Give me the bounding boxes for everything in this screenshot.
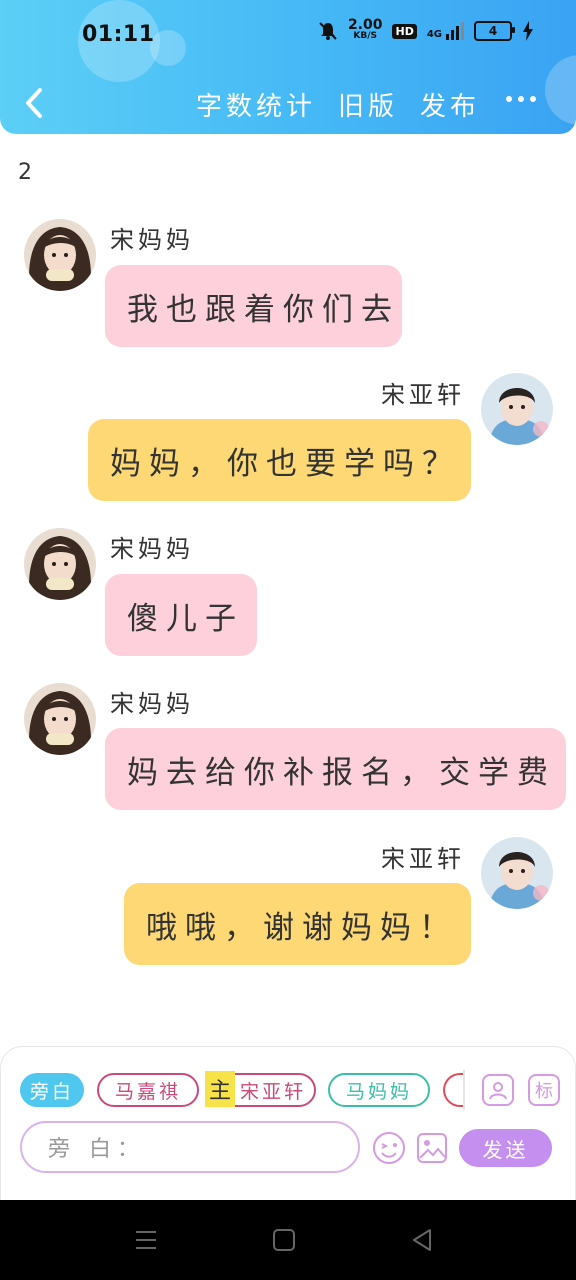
more-dot-icon: [506, 96, 512, 102]
message-bubble[interactable]: 妈妈，你也要学吗？: [88, 419, 471, 501]
chapter-index: 2: [18, 160, 32, 185]
app-header: 01:11 2.00 KB/S HD 4G 4 字数统计 旧版 发布: [0, 0, 576, 134]
status-icons: 2.00 KB/S HD 4G 4: [318, 17, 534, 42]
chip-divider: [463, 1070, 465, 1110]
status-time: 01:11: [82, 22, 155, 47]
avatar-song-yaxuan[interactable]: [481, 373, 553, 445]
emoji-button[interactable]: [372, 1131, 406, 1165]
wink-emoji-icon: [373, 1132, 405, 1164]
system-navigation-bar: [0, 1200, 576, 1280]
battery-icon: 4: [474, 21, 515, 41]
mute-bell-icon: [319, 22, 337, 40]
avatar-song-mama[interactable]: [24, 528, 96, 600]
sender-name: 宋亚轩: [381, 381, 465, 409]
send-button[interactable]: 发送: [459, 1129, 552, 1167]
boy-avatar-icon: [481, 837, 553, 909]
sender-name: 宋妈妈: [110, 690, 194, 718]
message-bubble[interactable]: 我也跟着你们去: [105, 265, 402, 347]
avatar-song-mama[interactable]: [24, 219, 96, 291]
nav-actions: 字数统计 旧版 发布: [196, 86, 480, 123]
signal-icon: 4G: [427, 22, 464, 40]
menu-icon: [136, 1231, 156, 1249]
chevron-left-icon: [26, 88, 42, 118]
message-bubble[interactable]: 傻儿子: [105, 574, 257, 656]
role-chip-ma-jiaqi[interactable]: 马嘉祺: [97, 1073, 199, 1107]
old-version-button[interactable]: 旧版: [338, 86, 398, 123]
more-dot-icon: [518, 96, 524, 102]
battery-level: 4: [488, 24, 498, 38]
role-chip-narrator[interactable]: 旁白: [20, 1073, 84, 1107]
back-button[interactable]: [20, 86, 50, 120]
more-dot-icon: [530, 96, 536, 102]
boy-avatar-icon: [481, 373, 553, 445]
sender-name: 宋妈妈: [110, 535, 194, 563]
avatar-song-yaxuan[interactable]: [481, 837, 553, 909]
tag-button[interactable]: 标: [528, 1074, 560, 1106]
message-bubble[interactable]: 哦哦，谢谢妈妈！: [124, 883, 471, 965]
girl-avatar-icon: [24, 683, 96, 755]
main-role-badge: 主: [205, 1071, 235, 1107]
person-icon: [489, 1082, 507, 1100]
girl-avatar-icon: [24, 219, 96, 291]
status-bar: 01:11 2.00 KB/S HD 4G 4: [0, 0, 576, 72]
publish-button[interactable]: 发布: [420, 86, 480, 123]
word-count-button[interactable]: 字数统计: [196, 86, 316, 123]
triangle-back-icon: [413, 1229, 431, 1251]
signal-label: 4G: [426, 29, 442, 40]
network-speed-value: 2.00: [347, 17, 383, 33]
system-back-button[interactable]: [410, 1228, 434, 1256]
message-bubble[interactable]: 妈去给你补报名，交学费: [105, 728, 566, 810]
girl-avatar-icon: [24, 528, 96, 600]
sender-name: 宋亚轩: [381, 845, 465, 873]
nav-bar: 字数统计 旧版 发布: [0, 76, 576, 130]
message-input[interactable]: 旁 白：: [20, 1121, 360, 1173]
more-options-button[interactable]: [506, 96, 536, 106]
hd-badge: HD: [392, 23, 417, 39]
charging-icon: [523, 21, 533, 41]
sender-name: 宋妈妈: [110, 226, 194, 254]
home-button[interactable]: [272, 1228, 296, 1256]
add-role-button[interactable]: [482, 1074, 514, 1106]
avatar-song-mama[interactable]: [24, 683, 96, 755]
network-speed: 2.00 KB/S: [347, 17, 383, 42]
role-chip-ma-mama[interactable]: 马妈妈: [328, 1073, 430, 1107]
image-icon: [417, 1133, 447, 1163]
square-icon: [273, 1229, 295, 1251]
image-button[interactable]: [416, 1131, 448, 1165]
recent-apps-button[interactable]: [134, 1228, 158, 1256]
network-speed-unit: KB/S: [353, 31, 378, 41]
